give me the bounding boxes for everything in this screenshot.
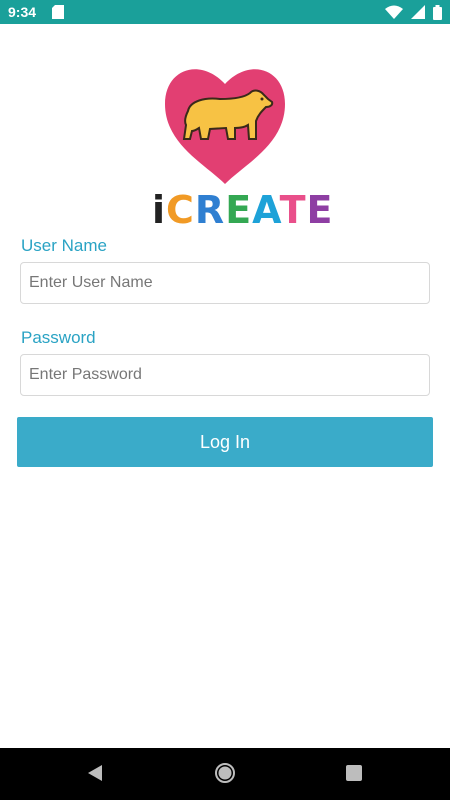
wifi-icon	[385, 5, 403, 19]
status-icons	[385, 4, 442, 20]
login-screen: iCREATE User Name Password Log In	[0, 24, 450, 748]
logo-letter: i	[152, 188, 167, 232]
recents-icon[interactable]	[346, 765, 362, 781]
password-input[interactable]	[20, 354, 430, 396]
logo-text: iCREATE	[152, 188, 333, 232]
status-time: 9:34	[8, 4, 37, 20]
home-icon[interactable]	[215, 763, 235, 783]
logo-letter: C	[166, 188, 195, 232]
logo-letter: A	[252, 188, 280, 232]
logo-heart-bear	[165, 69, 285, 184]
status-bar: 9:34	[0, 0, 450, 24]
battery-icon	[433, 4, 442, 20]
signal-icon	[411, 5, 425, 19]
back-icon[interactable]	[86, 764, 104, 782]
logo-letter: T	[279, 188, 307, 232]
logo-letter: E	[306, 188, 334, 232]
logo-letter: E	[225, 188, 253, 232]
sd-card-icon	[52, 5, 64, 19]
username-input[interactable]	[20, 262, 430, 304]
login-button[interactable]: Log In	[17, 417, 433, 467]
bear-eye	[260, 97, 264, 101]
navigation-bar	[0, 748, 450, 800]
logo-letter: R	[194, 188, 226, 232]
password-label: Password	[21, 328, 96, 347]
username-label: User Name	[21, 236, 107, 255]
